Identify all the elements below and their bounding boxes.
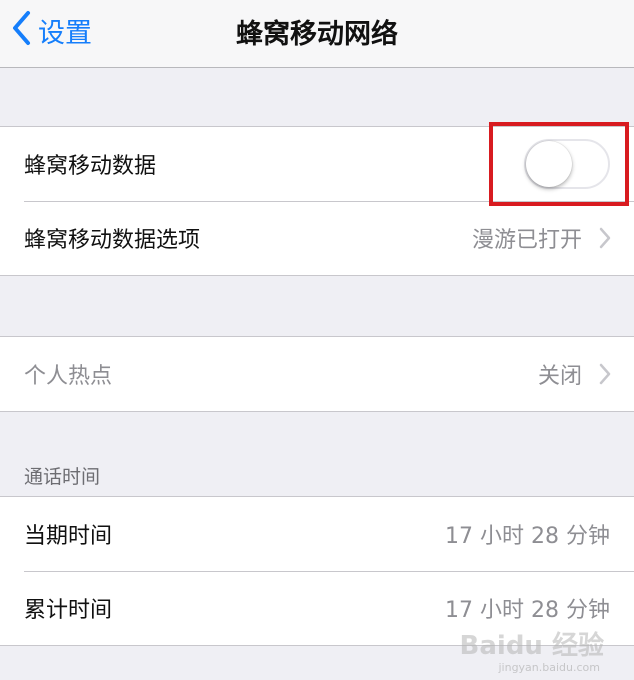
personal-hotspot-label: 个人热点 — [24, 364, 113, 389]
current-period-row: 当期时间 17 小时 28 分钟 — [0, 497, 634, 571]
cellular-data-options-row[interactable]: 蜂窝移动数据选项 漫游已打开 — [0, 201, 634, 275]
personal-hotspot-row[interactable]: 个人热点 关闭 — [0, 337, 634, 411]
call-time-section-header: 通话时间 — [24, 466, 101, 488]
cellular-data-label: 蜂窝移动数据 — [24, 154, 157, 179]
personal-hotspot-value-wrap: 关闭 — [538, 358, 612, 390]
call-time-group: 当期时间 17 小时 28 分钟 累计时间 17 小时 28 分钟 — [0, 496, 634, 646]
personal-hotspot-value: 关闭 — [537, 364, 582, 389]
cellular-data-group: 蜂窝移动数据 蜂窝移动数据选项 漫游已打开 — [0, 126, 634, 276]
navigation-bar: 设置 蜂窝移动网络 — [0, 0, 634, 68]
watermark-logo: Baidu 经验 — [459, 631, 604, 661]
lifetime-label: 累计时间 — [24, 598, 113, 623]
hotspot-group: 个人热点 关闭 — [0, 336, 634, 412]
chevron-right-icon — [599, 227, 611, 249]
cellular-data-options-value-wrap: 漫游已打开 — [472, 222, 612, 254]
toggle-knob — [526, 141, 572, 187]
cellular-data-row: 蜂窝移动数据 — [0, 127, 634, 201]
cellular-data-options-value: 漫游已打开 — [471, 228, 582, 253]
cellular-data-options-label: 蜂窝移动数据选项 — [24, 228, 201, 253]
current-period-value: 17 小时 28 分钟 — [445, 524, 610, 549]
chevron-right-icon — [599, 363, 611, 385]
lifetime-value: 17 小时 28 分钟 — [445, 598, 610, 623]
watermark-url: jingyan.baidu.com — [498, 661, 600, 674]
page-title: 蜂窝移动网络 — [236, 19, 398, 50]
current-period-label: 当期时间 — [24, 524, 113, 549]
cellular-data-toggle[interactable] — [524, 139, 610, 189]
